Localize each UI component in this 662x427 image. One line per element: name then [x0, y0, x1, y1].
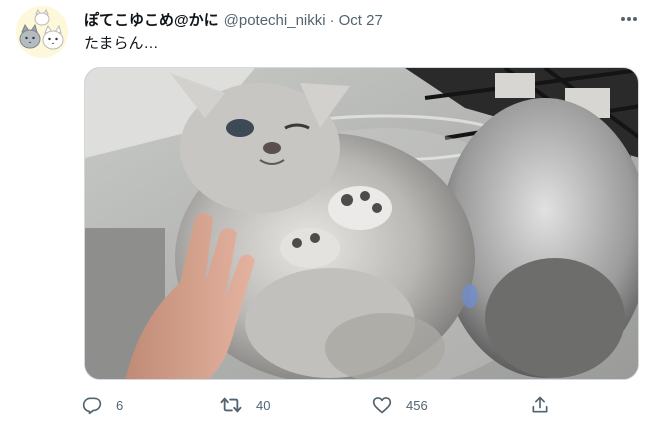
tweet-timestamp[interactable]: Oct 27: [339, 12, 383, 29]
user-handle[interactable]: @potechi_nikki: [224, 12, 326, 29]
retweet-icon: [220, 397, 242, 413]
separator-dot: ·: [329, 12, 335, 29]
share-button[interactable]: [530, 390, 550, 420]
cat-in-glass-bowl-photo: [85, 68, 638, 379]
retweet-button[interactable]: 40: [220, 390, 270, 420]
share-icon: [532, 396, 548, 413]
reply-count: 6: [116, 397, 124, 413]
tweet-actions: 6 40 456: [78, 390, 578, 420]
avatar[interactable]: [16, 6, 68, 58]
more-horizontal-icon: [621, 17, 637, 21]
cats-avatar-icon: [16, 6, 68, 58]
tweet-header: ぽてこゆこめ@かに @potechi_nikki · Oct 27: [84, 9, 383, 29]
heart-icon: [372, 397, 392, 414]
tweet-photo[interactable]: [84, 67, 639, 380]
tweet-text: たまらん…: [84, 35, 159, 52]
reply-icon: [82, 397, 102, 415]
like-count: 456: [406, 397, 428, 413]
like-button[interactable]: 456: [372, 390, 428, 420]
tweet-card[interactable]: ぽてこゆこめ@かに @potechi_nikki · Oct 27 たまらん…: [0, 0, 662, 427]
more-options-button[interactable]: [614, 6, 644, 32]
retweet-count: 40: [256, 397, 271, 413]
display-name[interactable]: ぽてこゆこめ@かに: [84, 9, 219, 30]
reply-button[interactable]: 6: [82, 390, 123, 420]
